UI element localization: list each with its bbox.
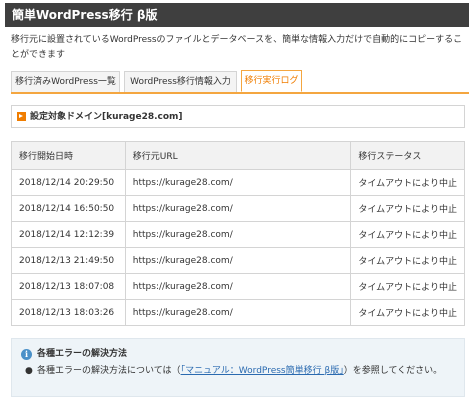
tab-migration-input[interactable]: WordPress移行情報入力 <box>124 71 237 92</box>
target-domain-label: 設定対象ドメイン[kurage28.com] <box>30 112 183 122</box>
help-text-before: 各種エラーの解決方法については（ <box>37 366 181 376</box>
error-help-box: i 各種エラーの解決方法 ● 各種エラーの解決方法については（「マニュアル：Wo… <box>11 338 465 397</box>
cell-start-time: 2018/12/14 16:50:50 <box>11 195 126 222</box>
cell-start-time: 2018/12/13 21:49:50 <box>11 247 126 274</box>
table-row: 2018/12/14 12:12:39 https://kurage28.com… <box>11 221 465 248</box>
table-row: 2018/12/14 16:50:50 https://kurage28.com… <box>11 195 465 222</box>
info-icon: i <box>21 349 32 360</box>
page-title: 簡単WordPress移行 β版 <box>5 3 469 27</box>
migration-log-table: 移行開始日時 移行元URL 移行ステータス 2018/12/14 20:29:5… <box>11 141 465 326</box>
cell-status: タイムアウトにより中止 <box>350 273 465 300</box>
table-row: 2018/12/13 18:07:08 https://kurage28.com… <box>11 273 465 300</box>
target-domain-box: 設定対象ドメイン[kurage28.com] <box>11 105 465 128</box>
table-row: 2018/12/13 21:49:50 https://kurage28.com… <box>11 247 465 274</box>
page-description: 移行元に設置されているWordPressのファイルとデータベースを、簡単な情報入… <box>11 35 463 60</box>
column-header-source-url: 移行元URL <box>124 141 352 170</box>
cell-source-url: https://kurage28.com/ <box>124 299 352 326</box>
table-row: 2018/12/13 18:03:26 https://kurage28.com… <box>11 299 465 326</box>
cell-source-url: https://kurage28.com/ <box>124 247 352 274</box>
help-text: 各種エラーの解決方法については（「マニュアル：WordPress簡単移行 β版」… <box>37 365 461 378</box>
cell-status: タイムアウトにより中止 <box>350 299 465 326</box>
tab-underline <box>11 92 469 94</box>
column-header-start-time: 移行開始日時 <box>11 141 126 170</box>
cell-source-url: https://kurage28.com/ <box>124 221 352 248</box>
cell-status: タイムアウトにより中止 <box>350 221 465 248</box>
help-text-after: ）を参照してください。 <box>343 366 443 376</box>
cell-status: タイムアウトにより中止 <box>350 195 465 222</box>
cell-status: タイムアウトにより中止 <box>350 247 465 274</box>
help-title: 各種エラーの解決方法 <box>37 349 128 359</box>
bullet-icon: ● <box>25 366 33 376</box>
table-row: 2018/12/14 20:29:50 https://kurage28.com… <box>11 169 465 196</box>
arrow-right-icon <box>17 112 26 121</box>
cell-start-time: 2018/12/13 18:03:26 <box>11 299 126 326</box>
table-header-row: 移行開始日時 移行元URL 移行ステータス <box>11 141 465 170</box>
cell-source-url: https://kurage28.com/ <box>124 195 352 222</box>
manual-link[interactable]: 「マニュアル：WordPress簡単移行 β版」 <box>181 366 344 376</box>
tab-migration-log[interactable]: 移行実行ログ <box>241 70 302 92</box>
cell-start-time: 2018/12/13 18:07:08 <box>11 273 126 300</box>
column-header-status: 移行ステータス <box>350 141 465 170</box>
cell-source-url: https://kurage28.com/ <box>124 273 352 300</box>
cell-start-time: 2018/12/14 20:29:50 <box>11 169 126 196</box>
cell-start-time: 2018/12/14 12:12:39 <box>11 221 126 248</box>
cell-status: タイムアウトにより中止 <box>350 169 465 196</box>
tab-migrated-list[interactable]: 移行済みWordPress一覧 <box>11 71 120 92</box>
cell-source-url: https://kurage28.com/ <box>124 169 352 196</box>
